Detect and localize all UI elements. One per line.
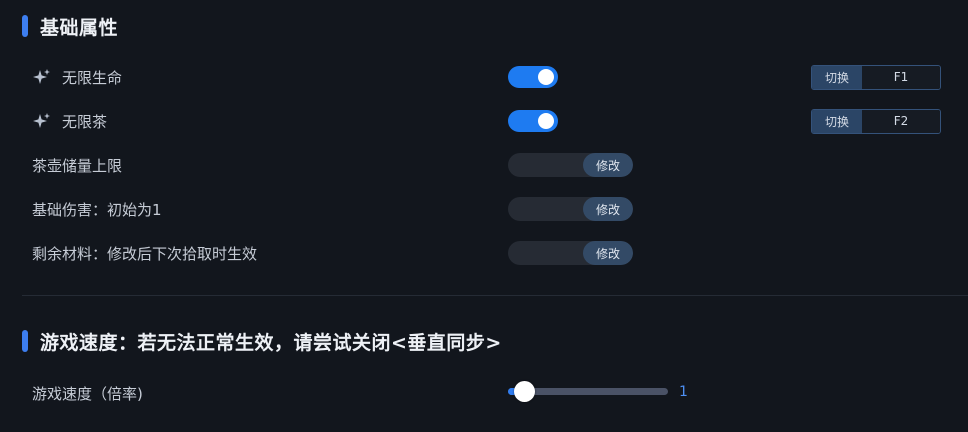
section-header-speed: 游戏速度：若无法正常生效，请尝试关闭<垂直同步>	[22, 330, 502, 354]
teapot-capacity-input[interactable]	[508, 153, 583, 177]
section-title: 游戏速度：若无法正常生效，请尝试关闭<垂直同步>	[40, 331, 502, 354]
speed-slider-handle[interactable]	[514, 381, 535, 402]
modify-button[interactable]: 修改	[583, 197, 633, 221]
hotkey-group: 切换 F2	[811, 108, 941, 134]
section-divider	[22, 295, 968, 296]
infinite-life-toggle[interactable]	[508, 66, 558, 88]
section-title: 基础属性	[40, 16, 119, 39]
toggle-knob	[538, 69, 554, 85]
speed-value: 1	[679, 384, 688, 400]
hotkey-field[interactable]: F2	[862, 109, 940, 133]
modify-button[interactable]: 修改	[583, 241, 633, 265]
edit-field: 修改	[508, 197, 633, 221]
edit-label: 剩余材料：修改后下次拾取时生效	[32, 244, 258, 263]
toggle-knob	[538, 113, 554, 129]
switch-hotkey-button[interactable]: 切换	[812, 65, 862, 89]
sparkle-icon	[33, 113, 50, 128]
speed-row: 游戏速度（倍率)	[0, 378, 968, 408]
hotkey-field[interactable]: F1	[862, 65, 940, 89]
edit-label: 茶壶储量上限	[32, 156, 123, 175]
section-header-basic: 基础属性	[22, 15, 119, 39]
infinite-tea-toggle[interactable]	[508, 110, 558, 132]
section-accent-bar	[22, 330, 28, 352]
edit-field: 修改	[508, 153, 633, 177]
edit-row-base-damage: 基础伤害：初始为1 修改	[0, 194, 968, 224]
edit-row-remaining-materials: 剩余材料：修改后下次拾取时生效 修改	[0, 238, 968, 268]
switch-hotkey-button[interactable]: 切换	[812, 109, 862, 133]
edit-field: 修改	[508, 241, 633, 265]
sparkle-icon	[33, 69, 50, 84]
modify-button[interactable]: 修改	[583, 153, 633, 177]
toggle-row-infinite-life: 无限生命 切换 F1	[0, 62, 968, 92]
edit-row-teapot-capacity: 茶壶储量上限 修改	[0, 150, 968, 180]
toggle-label: 无限茶	[62, 112, 108, 131]
toggle-label: 无限生命	[62, 68, 123, 87]
edit-label: 基础伤害：初始为1	[32, 200, 162, 219]
base-damage-input[interactable]	[508, 197, 583, 221]
remaining-materials-input[interactable]	[508, 241, 583, 265]
speed-label: 游戏速度（倍率)	[32, 384, 143, 403]
hotkey-group: 切换 F1	[811, 64, 941, 90]
section-accent-bar	[22, 15, 28, 37]
toggle-row-infinite-tea: 无限茶 切换 F2	[0, 106, 968, 136]
